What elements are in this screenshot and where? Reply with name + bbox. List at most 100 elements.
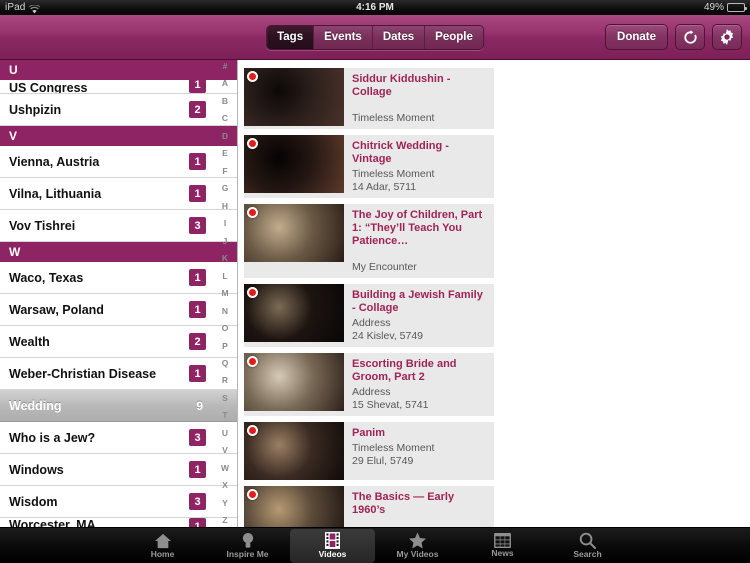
video-card[interactable]: Siddur Kiddushin - Collage Timeless Momen…: [244, 68, 494, 129]
video-thumbnail: [244, 135, 344, 193]
tag-row[interactable]: Ushpizin 2: [0, 94, 237, 126]
tag-row[interactable]: Worcester, MA 1: [0, 518, 237, 527]
video-series: Timeless Moment: [352, 112, 435, 124]
index-letter[interactable]: M: [213, 289, 237, 298]
video-card[interactable]: Chitrick Wedding - Vintage Timeless Momen…: [244, 135, 494, 198]
video-card-text: Chitrick Wedding - Vintage Timeless Momen…: [344, 135, 494, 198]
tab-videos[interactable]: Videos: [290, 528, 375, 563]
tag-row[interactable]: Weber-Christian Disease 1: [0, 358, 237, 390]
video-series: Address: [352, 317, 391, 329]
tab-label: Inspire Me: [226, 549, 269, 559]
toolbar-actions: Donate: [605, 24, 742, 50]
tab-news[interactable]: News: [460, 529, 545, 563]
index-letter[interactable]: S: [213, 394, 237, 403]
tag-row[interactable]: Vienna, Austria 1: [0, 146, 237, 178]
video-series: My Encounter: [352, 261, 417, 273]
tag-row-badge: 1: [189, 153, 206, 170]
tag-row[interactable]: Vov Tishrei 3: [0, 210, 237, 242]
video-card[interactable]: Panim Timeless Moment 29 Elul, 5749: [244, 422, 494, 480]
tag-row-badge: 1: [189, 269, 206, 286]
tag-row-badge: 3: [189, 429, 206, 446]
index-letter[interactable]: A: [213, 79, 237, 88]
tag-row[interactable]: Warsaw, Poland 1: [0, 294, 237, 326]
tag-row[interactable]: Windows 1: [0, 454, 237, 486]
video-series: Timeless Moment: [352, 168, 435, 180]
segment-tags[interactable]: Tags: [267, 25, 315, 49]
tab-home[interactable]: Home: [120, 529, 205, 563]
index-letter[interactable]: P: [213, 341, 237, 351]
index-letter[interactable]: X: [213, 481, 237, 490]
status-bar-clock: 4:16 PM: [356, 2, 394, 13]
tag-row-badge: 1: [189, 365, 206, 382]
segmented-control[interactable]: Tags Events Dates People: [266, 24, 484, 50]
bottom-tab-bar[interactable]: Home Inspire Me Videos My Videos News Search: [0, 527, 750, 563]
index-letter[interactable]: Q: [213, 359, 237, 368]
tags-sidebar: U US Congress 1 Ushpizin 2 V Vienna, Austria 1 V…: [0, 60, 238, 527]
content-area: U US Congress 1 Ushpizin 2 V Vienna, Austria 1 V…: [0, 60, 750, 527]
tab-label: News: [491, 548, 514, 558]
tags-list[interactable]: U US Congress 1 Ushpizin 2 V Vienna, Austria 1 V…: [0, 60, 237, 527]
index-letter[interactable]: H: [213, 202, 237, 211]
tag-row[interactable]: Waco, Texas 1: [0, 262, 237, 294]
record-badge-icon: [247, 138, 258, 149]
index-letter[interactable]: B: [213, 97, 237, 106]
section-header-u: U: [0, 60, 237, 80]
index-letter[interactable]: U: [213, 429, 237, 438]
index-letter[interactable]: E: [213, 149, 237, 158]
grid-icon: [494, 533, 511, 548]
alphabet-index[interactable]: # A B C D E F G H I J K L M N O P Q R S T U V W X Y Z: [213, 60, 237, 527]
tag-row-label: Who is a Jew?: [9, 430, 96, 445]
tag-row[interactable]: Wisdom 3: [0, 486, 237, 518]
index-letter[interactable]: C: [213, 114, 237, 123]
index-letter[interactable]: D: [213, 132, 237, 141]
tag-row-label: Vienna, Austria: [9, 154, 100, 169]
index-letter[interactable]: F: [213, 167, 237, 176]
index-letter[interactable]: L: [213, 272, 237, 281]
gear-icon[interactable]: [712, 24, 742, 50]
donate-button[interactable]: Donate: [605, 24, 668, 50]
index-letter[interactable]: N: [213, 307, 237, 316]
video-title: The Basics — Early 1960’s: [352, 491, 455, 516]
video-card-text: The Basics — Early 1960’sMy Encounter: [344, 486, 494, 527]
index-letter[interactable]: J: [213, 237, 237, 246]
refresh-icon[interactable]: [675, 24, 705, 50]
battery-icon: [727, 3, 747, 12]
video-card[interactable]: Building a Jewish Family - Collage Addres…: [244, 284, 494, 347]
tag-row-badge: 1: [189, 80, 206, 93]
search-icon: [579, 532, 596, 549]
tag-row[interactable]: Vilna, Lithuania 1: [0, 178, 237, 210]
video-date: 29 Elul, 5749: [352, 455, 414, 467]
index-letter[interactable]: Y: [213, 499, 237, 508]
index-letter[interactable]: O: [213, 324, 237, 333]
tab-inspire-me[interactable]: Inspire Me: [205, 529, 290, 563]
index-letter[interactable]: G: [213, 184, 237, 193]
index-letter[interactable]: Z: [213, 516, 237, 525]
index-letter[interactable]: #: [213, 62, 237, 71]
tab-search[interactable]: Search: [545, 529, 630, 563]
video-card[interactable]: The Basics — Early 1960’sMy Encounter: [244, 486, 494, 527]
tag-row[interactable]: US Congress 1: [0, 80, 237, 94]
segment-dates[interactable]: Dates: [372, 25, 426, 49]
index-letter[interactable]: T: [213, 411, 237, 420]
app-root: iPad 4:16 PM 49% Tags Events Dates People D…: [0, 0, 750, 563]
index-letter[interactable]: W: [213, 464, 237, 473]
tag-row-label: Warsaw, Poland: [9, 302, 104, 317]
video-card[interactable]: Escorting Bride and Groom, Part 2 Address…: [244, 353, 494, 416]
tag-row-label: Wisdom: [9, 494, 58, 509]
index-letter[interactable]: I: [213, 219, 237, 228]
segment-people[interactable]: People: [425, 25, 483, 49]
segment-events[interactable]: Events: [314, 25, 373, 49]
index-letter[interactable]: V: [213, 446, 237, 455]
index-letter[interactable]: K: [213, 254, 237, 263]
video-card-grid: Siddur Kiddushin - Collage Timeless Momen…: [244, 68, 744, 527]
tab-label: Search: [573, 549, 602, 559]
tab-my-videos[interactable]: My Videos: [375, 529, 460, 563]
tag-row[interactable]: Who is a Jew? 3: [0, 422, 237, 454]
tag-row-badge: 2: [189, 101, 206, 118]
tag-row[interactable]: Wealth 2: [0, 326, 237, 358]
index-letter[interactable]: R: [213, 376, 237, 385]
video-card[interactable]: The Joy of Children, Part 1: “They’ll Te…: [244, 204, 494, 278]
star-icon: [408, 532, 427, 549]
tag-row[interactable]: Wedding 9: [0, 390, 237, 422]
